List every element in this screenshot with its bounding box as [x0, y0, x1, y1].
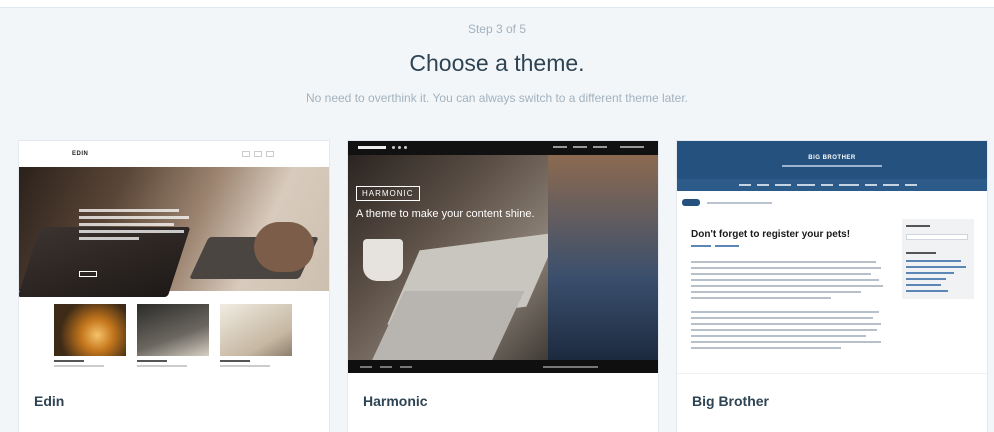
big-brother-preview-post-title: Don't forget to register your pets!	[691, 229, 851, 240]
edin-preview-hero-image	[19, 167, 329, 297]
theme-name: Edin	[34, 393, 65, 409]
harmonic-preview-tagline: A theme to make your content shine.	[356, 208, 535, 220]
top-bar	[0, 0, 994, 8]
theme-name: Big Brother	[692, 393, 769, 409]
theme-preview-big-brother[interactable]: BIG BROTHER Don't forget to register you…	[677, 141, 987, 373]
theme-preview-harmonic[interactable]: HARMONIC A theme to make your content sh…	[348, 141, 658, 373]
theme-name: Harmonic	[363, 393, 428, 409]
page-subtitle: No need to overthink it. You can always …	[305, 91, 688, 105]
edin-preview-thumbnail	[137, 304, 209, 356]
theme-card-edin[interactable]: EDIN Edin	[19, 141, 329, 432]
page-title: Choose a theme.	[409, 50, 585, 76]
big-brother-preview-site-title: BIG BROTHER	[808, 155, 856, 161]
theme-preview-edin[interactable]: EDIN	[19, 141, 329, 373]
theme-card-big-brother[interactable]: BIG BROTHER Don't forget to register you…	[677, 141, 987, 432]
edin-preview-nav	[242, 151, 274, 157]
edin-preview-logo: EDIN	[72, 151, 89, 157]
step-indicator: Step 3 of 5	[467, 22, 527, 36]
harmonic-preview-footer	[348, 360, 658, 373]
harmonic-preview-badge: HARMONIC	[356, 186, 420, 201]
edin-preview-thumbnail	[54, 304, 126, 356]
theme-card-harmonic[interactable]: HARMONIC A theme to make your content sh…	[348, 141, 658, 432]
big-brother-preview-sidebar	[902, 219, 974, 299]
edin-preview-thumbnail	[220, 304, 292, 356]
